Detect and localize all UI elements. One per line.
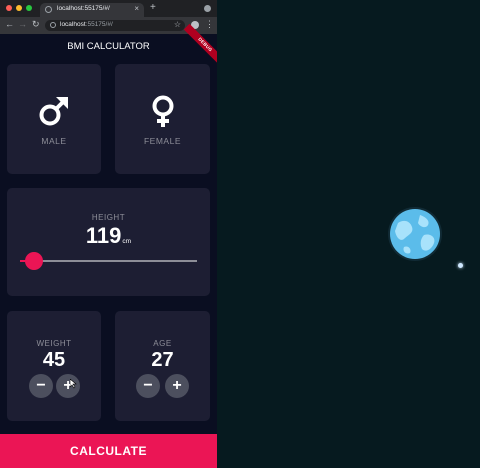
maximize-window-button[interactable] <box>26 5 32 11</box>
height-number: 119 <box>85 223 122 248</box>
back-button[interactable]: ← <box>5 19 14 29</box>
browser-window: localhost:55175/#/ × + ← → ↻ localhost:5… <box>0 0 217 468</box>
female-icon <box>115 94 210 128</box>
height-card: HEIGHT 119cm <box>7 188 210 296</box>
browser-titlebar: localhost:55175/#/ × + <box>0 0 217 17</box>
reload-button[interactable]: ↻ <box>32 19 40 30</box>
site-info-icon[interactable] <box>50 22 56 28</box>
weight-value: 45 <box>42 349 66 371</box>
slider-track[interactable] <box>20 260 197 262</box>
age-label: AGE <box>153 339 172 348</box>
female-label: FEMALE <box>143 136 181 146</box>
app-bar: BMI CALCULATOR DEBUG <box>0 23 217 67</box>
tab-close-button[interactable]: × <box>134 4 139 13</box>
age-value: 27 <box>151 349 174 371</box>
weight-decrement-button[interactable]: − <box>29 374 53 398</box>
address-bar[interactable]: localhost:55175/#/ ☆ <box>45 20 185 31</box>
mouse-cursor-icon <box>70 379 77 389</box>
globe-icon <box>45 6 52 13</box>
age-increment-button[interactable]: + <box>165 374 189 398</box>
female-card[interactable]: FEMALE <box>115 64 210 174</box>
page-title: BMI CALCULATOR <box>67 41 150 52</box>
url-host: localhost <box>60 21 86 28</box>
browser-menu-icon[interactable]: ⋮ <box>205 19 214 30</box>
height-unit: cm <box>122 238 132 245</box>
weight-card: WEIGHT 45 − + <box>7 311 101 421</box>
age-decrement-button[interactable]: − <box>136 374 160 398</box>
male-card[interactable]: MALE <box>7 64 101 174</box>
height-label: HEIGHT <box>91 213 126 222</box>
calculate-button[interactable]: CALCULATE <box>0 434 217 468</box>
height-slider[interactable] <box>20 252 197 270</box>
profile-icon[interactable] <box>204 5 211 12</box>
bookmark-star-icon[interactable]: ☆ <box>174 20 181 29</box>
url-text: localhost:55175/#/ <box>60 21 113 28</box>
forward-button[interactable]: → <box>18 19 27 29</box>
weight-label: WEIGHT <box>36 339 72 348</box>
height-value: 119cm <box>7 223 210 249</box>
minimize-window-button[interactable] <box>16 5 22 11</box>
new-tab-button[interactable]: + <box>150 2 156 13</box>
male-label: MALE <box>41 136 67 146</box>
slider-thumb[interactable] <box>25 252 44 270</box>
male-icon <box>7 94 101 128</box>
url-path: :55175/#/ <box>85 21 113 28</box>
globe-icon <box>388 207 442 261</box>
browser-tab[interactable]: localhost:55175/#/ × <box>40 3 144 17</box>
tab-title: localhost:55175/#/ <box>57 5 110 12</box>
close-window-button[interactable] <box>6 5 12 11</box>
age-card: AGE 27 − + <box>115 311 210 421</box>
browser-toolbar: ← → ↻ localhost:55175/#/ ☆ ⋮ <box>0 17 217 34</box>
star-dot <box>458 263 463 268</box>
